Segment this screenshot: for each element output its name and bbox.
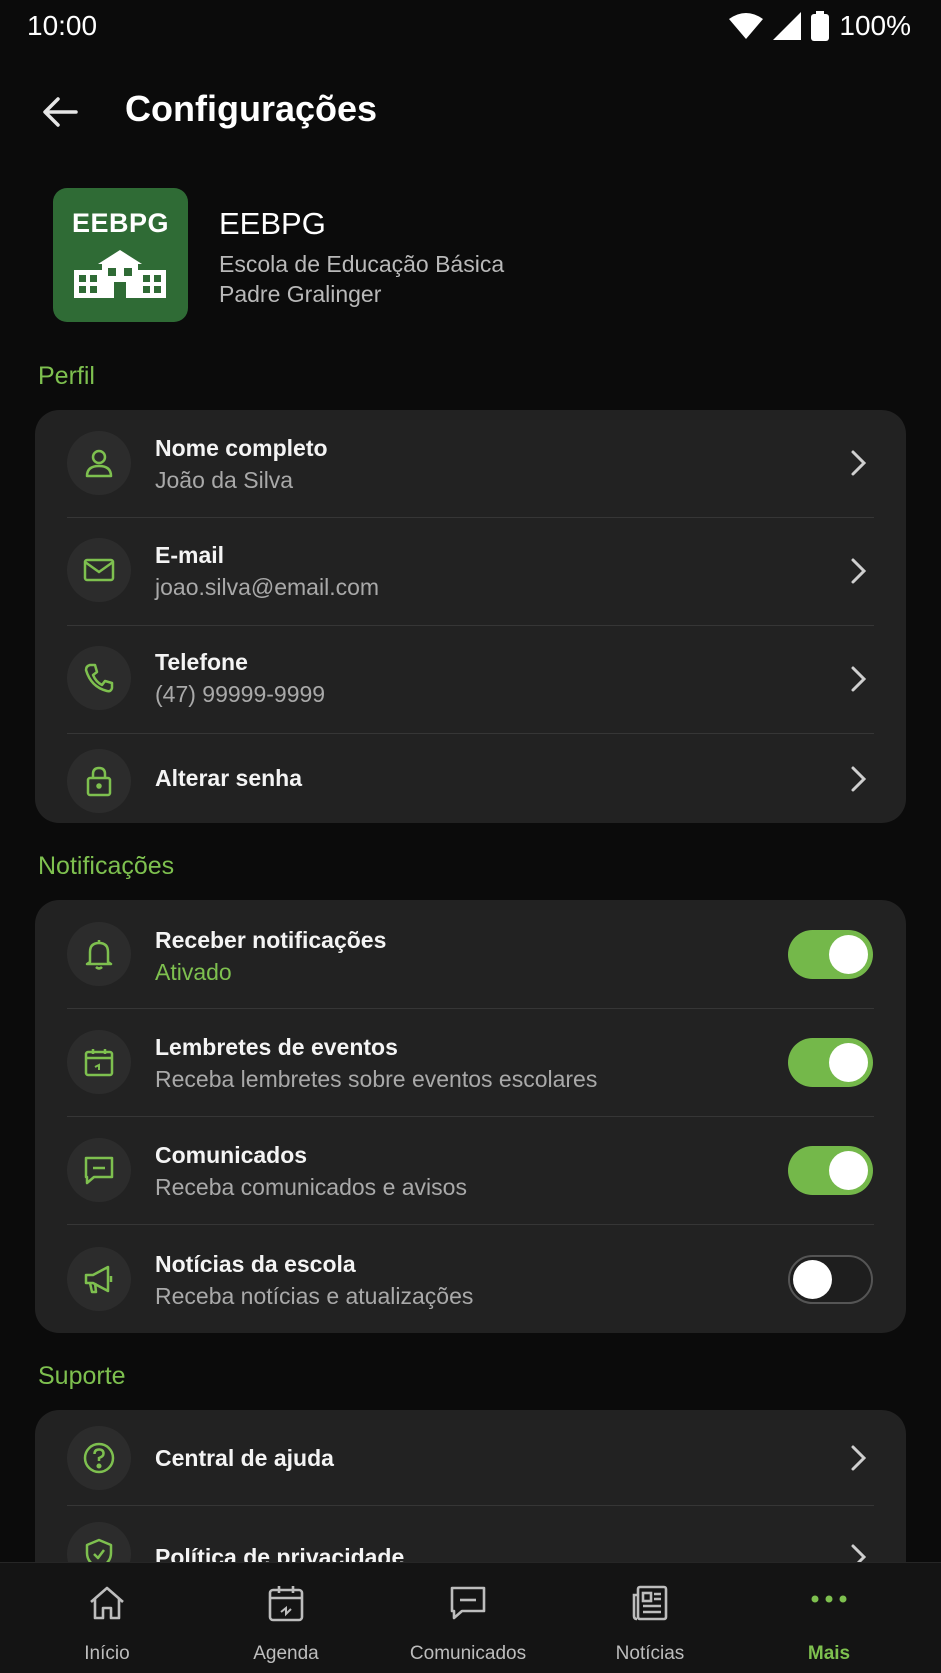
chevron-right-icon	[851, 1445, 867, 1471]
toggle-knob	[829, 1043, 868, 1082]
school-news-desc: Receba notícias e atualizações	[155, 1283, 474, 1309]
event-reminders-toggle[interactable]	[788, 1038, 873, 1087]
signal-icon	[773, 12, 802, 40]
nav-more-label: Mais	[807, 1643, 851, 1664]
message-icon	[67, 1138, 131, 1202]
calendar-icon	[67, 1030, 131, 1094]
nav-home[interactable]: Início	[32, 1563, 182, 1673]
chevron-right-icon	[851, 450, 867, 476]
profile-name-row[interactable]: Nome completo João da Silva	[35, 410, 906, 517]
calendar-icon	[268, 1586, 304, 1622]
nav-news-label: Notícias	[615, 1643, 685, 1664]
school-news-row: Notícias da escola Receba notícias e atu…	[35, 1225, 906, 1333]
toggle-knob	[829, 935, 868, 974]
profile-name-value: João da Silva	[155, 467, 294, 493]
profile-email-label: E-mail	[155, 542, 225, 568]
school-full-name: Escola de Educação Básica Padre Gralinge…	[219, 249, 504, 309]
notifications-toggle-row: Receber notificações Ativado	[35, 900, 906, 1008]
nav-announcements-label: Comunicados	[409, 1643, 527, 1664]
notifications-toggle[interactable]	[788, 930, 873, 979]
profile-phone-value: (47) 99999-9999	[155, 681, 326, 707]
status-time: 10:00	[27, 10, 98, 41]
announcements-desc: Receba comunicados e avisos	[155, 1174, 467, 1200]
announcements-toggle[interactable]	[788, 1146, 873, 1195]
toggle-knob	[829, 1151, 868, 1190]
lock-icon	[67, 749, 131, 813]
profile-phone-label: Telefone	[155, 649, 248, 675]
section-profile-label: Perfil	[38, 362, 95, 390]
mail-icon	[67, 538, 131, 602]
more-icon	[811, 1595, 847, 1603]
school-news-toggle[interactable]	[788, 1255, 873, 1304]
nav-home-label: Início	[84, 1643, 130, 1664]
message-icon	[450, 1586, 486, 1620]
notifications-label: Receber notificações	[155, 927, 387, 953]
change-password-label: Alterar senha	[155, 765, 303, 791]
bell-icon	[67, 922, 131, 986]
announcements-label: Comunicados	[155, 1142, 308, 1168]
section-support-label: Suporte	[38, 1362, 126, 1390]
nav-announcements[interactable]: Comunicados	[393, 1563, 543, 1673]
app-bar: Configurações	[0, 70, 941, 150]
event-reminders-row: Lembretes de eventos Receba lembretes so…	[35, 1009, 906, 1116]
announcements-row: Comunicados Receba comunicados e avisos	[35, 1117, 906, 1224]
profile-phone-row[interactable]: Telefone (47) 99999-9999	[35, 626, 906, 733]
school-name: EEBPG	[219, 206, 326, 241]
nav-agenda[interactable]: Agenda	[211, 1563, 361, 1673]
nav-agenda-label: Agenda	[253, 1643, 319, 1664]
battery-icon	[811, 11, 830, 41]
profile-card: Nome completo João da Silva E-mail joao.…	[35, 410, 906, 823]
nav-more[interactable]: Mais	[754, 1563, 904, 1673]
battery-level: 100%	[839, 10, 911, 41]
school-full-name-line1: Escola de Educação Básica	[219, 251, 505, 277]
section-notifications-label: Notificações	[38, 852, 175, 880]
nav-news[interactable]: Notícias	[575, 1563, 725, 1673]
wifi-icon	[729, 13, 764, 39]
notifications-card: Receber notificações Ativado Lembretes d…	[35, 900, 906, 1333]
school-building-icon	[74, 250, 166, 298]
school-full-name-line2: Padre Gralinger	[219, 281, 382, 307]
status-bar: 10:00 100%	[0, 0, 941, 56]
school-logo: EEBPG	[53, 188, 188, 322]
notifications-status: Ativado	[155, 959, 232, 985]
profile-name-label: Nome completo	[155, 435, 328, 461]
toggle-knob	[793, 1260, 832, 1299]
school-news-label: Notícias da escola	[155, 1251, 356, 1277]
chevron-right-icon	[851, 558, 867, 584]
chevron-right-icon	[851, 666, 867, 692]
event-reminders-label: Lembretes de eventos	[155, 1034, 398, 1060]
help-icon	[67, 1426, 131, 1490]
bottom-navigation: Início Agenda Comunicados Notícias Mais	[0, 1562, 941, 1673]
phone-icon	[67, 646, 131, 710]
profile-email-value: joao.silva@email.com	[155, 574, 380, 600]
help-center-row[interactable]: Central de ajuda	[35, 1410, 906, 1505]
home-icon	[90, 1586, 124, 1620]
chevron-right-icon	[851, 766, 867, 792]
user-icon	[67, 431, 131, 495]
back-arrow-icon[interactable]	[38, 90, 82, 134]
page-title: Configurações	[125, 88, 378, 129]
megaphone-icon	[67, 1247, 131, 1311]
newspaper-icon	[632, 1585, 668, 1621]
help-center-label: Central de ajuda	[155, 1445, 334, 1471]
event-reminders-desc: Receba lembretes sobre eventos escolares	[155, 1066, 598, 1092]
profile-email-row[interactable]: E-mail joao.silva@email.com	[35, 518, 906, 625]
school-logo-text: EEBPG	[71, 208, 170, 238]
change-password-row[interactable]: Alterar senha	[35, 734, 906, 823]
